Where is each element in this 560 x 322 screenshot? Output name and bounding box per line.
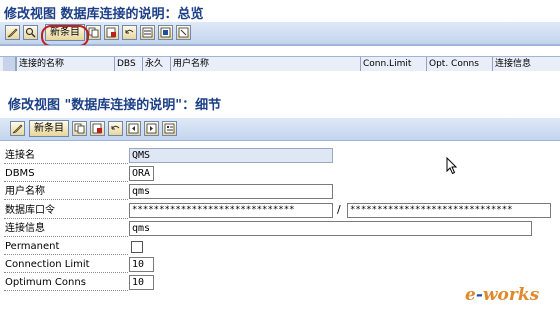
label-underline xyxy=(4,290,128,291)
edit-pencil-icon[interactable] xyxy=(5,25,20,40)
permanent-label: Permanent xyxy=(5,241,60,252)
label-underline xyxy=(4,254,128,255)
select-all-icon[interactable] xyxy=(140,25,155,40)
db-password-label: 数据库口令 xyxy=(5,205,55,216)
copy-as-icon[interactable] xyxy=(72,121,87,136)
display-magnifier-icon[interactable] xyxy=(23,25,38,40)
overview-title-bar: 修改视图 数据库连接的说明：总览 xyxy=(0,0,560,22)
table-row[interactable] xyxy=(0,71,560,79)
new-entry-highlight-ring xyxy=(41,25,89,47)
undo-change-icon[interactable] xyxy=(108,121,123,136)
conn-name-field[interactable]: QMS xyxy=(129,148,333,163)
delete-icon[interactable] xyxy=(104,25,119,40)
undo-change-icon[interactable] xyxy=(122,25,137,40)
col-conn-limit[interactable]: Conn.Limit xyxy=(360,57,426,71)
user-name-field[interactable]: qms xyxy=(129,184,333,199)
dbms-field[interactable]: ORA xyxy=(129,166,154,181)
label-underline xyxy=(4,236,128,237)
label-underline xyxy=(4,181,128,182)
detail-view-icon[interactable] xyxy=(162,121,177,136)
db-password-confirm-field[interactable]: ****************************** xyxy=(347,203,551,218)
detail-title: 修改视图 "数据库连接的说明"：细节 xyxy=(8,98,222,113)
col-conn-name[interactable]: 连接的名称 xyxy=(16,57,114,71)
label-underline xyxy=(4,163,128,164)
select-block-icon[interactable] xyxy=(158,25,173,40)
overview-title: 修改视图 数据库连接的说明：总览 xyxy=(4,7,204,22)
col-opt-conns[interactable]: Opt. Conns xyxy=(426,57,492,71)
mouse-pointer-icon xyxy=(446,156,458,179)
opt-conns-label: Optimum Conns xyxy=(5,277,86,288)
col-dbs[interactable]: DBS xyxy=(114,57,142,71)
previous-entry-icon[interactable] xyxy=(126,121,141,136)
opt-conns-field[interactable]: 10 xyxy=(129,275,154,290)
conn-name-label: 连接名 xyxy=(5,150,35,161)
conn-limit-field[interactable]: 10 xyxy=(129,257,154,272)
conn-info-field[interactable]: qms xyxy=(129,221,532,236)
detail-toolbar: 新条目 xyxy=(0,118,560,141)
label-underline xyxy=(4,272,128,273)
col-conn-info[interactable]: 连接信息 xyxy=(492,57,560,71)
user-name-label: 用户名称 xyxy=(5,186,45,197)
db-password-field[interactable]: ****************************** xyxy=(129,203,333,218)
row-select-all-cell[interactable] xyxy=(3,57,16,71)
new-entry-button[interactable]: 新条目 xyxy=(29,120,69,137)
detail-title-bar: 修改视图 "数据库连接的说明"：细节 xyxy=(0,94,560,116)
conn-info-label: 连接信息 xyxy=(5,223,45,234)
col-user-name[interactable]: 用户名称 xyxy=(170,57,360,71)
overview-table-header: 连接的名称 DBS 永久 用户名称 Conn.Limit Opt. Conns … xyxy=(0,56,560,72)
overview-table: 连接的名称 DBS 永久 用户名称 Conn.Limit Opt. Conns … xyxy=(0,45,560,79)
label-underline xyxy=(4,218,128,219)
password-separator: / xyxy=(337,203,341,216)
deselect-all-icon[interactable] xyxy=(176,25,191,40)
col-permanent[interactable]: 永久 xyxy=(142,57,170,71)
edit-pencil-icon[interactable] xyxy=(10,121,25,136)
next-entry-icon[interactable] xyxy=(144,121,159,136)
permanent-checkbox[interactable] xyxy=(131,241,143,253)
delete-icon[interactable] xyxy=(90,121,105,136)
conn-limit-label: Connection Limit xyxy=(5,259,90,270)
dbms-label: DBMS xyxy=(5,168,35,179)
eworks-watermark-logo: e-works xyxy=(465,285,540,305)
label-underline xyxy=(4,199,128,200)
